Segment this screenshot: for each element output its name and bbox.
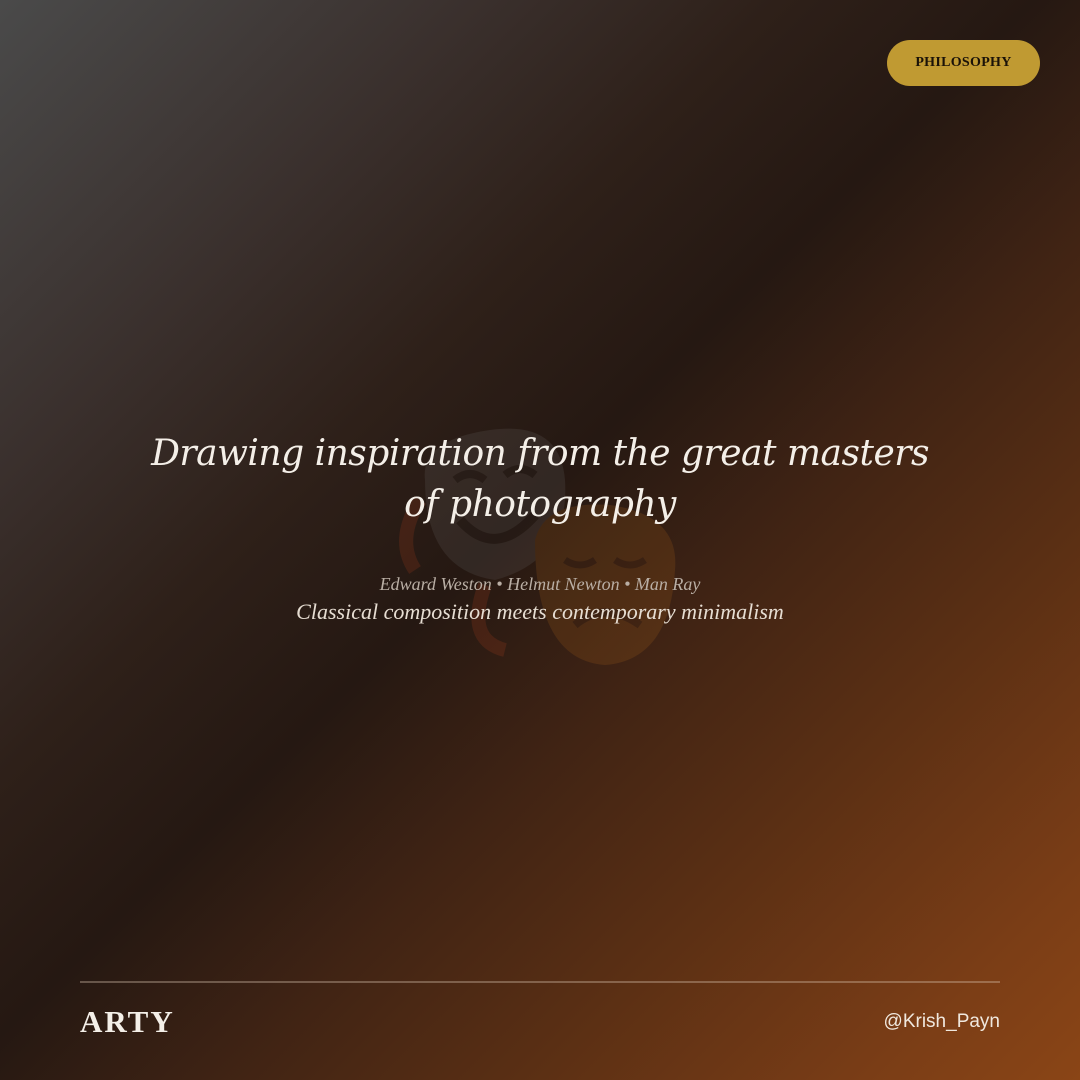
photographer-names: Edward Weston • Helmut Newton • Man Ray xyxy=(379,574,701,594)
philosophy-badge[interactable]: PHILOSOPHY xyxy=(887,40,1040,86)
headline: Drawing inspiration from the great maste… xyxy=(151,433,929,525)
social-handle[interactable]: @Krish_Payn xyxy=(884,1010,1000,1034)
tagline: Classical composition meets contemporary… xyxy=(296,599,784,624)
brand-logo: ARTY xyxy=(80,1004,175,1039)
footer-divider xyxy=(80,981,1000,983)
hero: Drawing inspiration from the great maste… xyxy=(140,428,940,625)
